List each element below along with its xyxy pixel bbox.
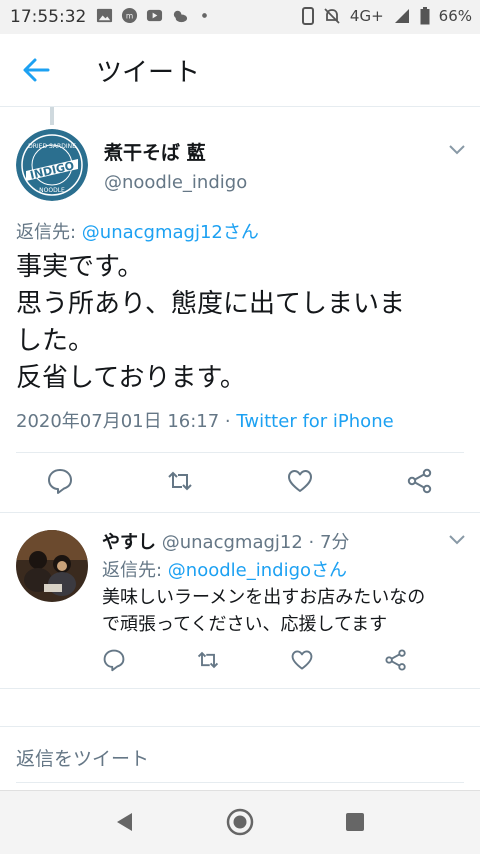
divider bbox=[16, 782, 464, 783]
share-icon[interactable] bbox=[406, 467, 434, 495]
tweet-text: 事実です。 思う所あり、態度に出てしまいま した。 反省しております。 bbox=[16, 252, 405, 393]
status-bar: 17:55:32 m 4G+ 66% bbox=[0, 0, 480, 34]
divider bbox=[0, 512, 480, 513]
svg-text:NOODLE: NOODLE bbox=[39, 187, 65, 194]
reply-to: 返信先: @noodle_indigoさん bbox=[102, 560, 348, 581]
status-right: 4G+ 66% bbox=[301, 7, 472, 25]
reply-icon[interactable] bbox=[102, 648, 126, 672]
heart-icon[interactable] bbox=[290, 648, 314, 672]
recent-apps-icon[interactable] bbox=[340, 807, 370, 837]
avatar[interactable]: INDIGO DRIED SARDINE NOODLE bbox=[16, 129, 88, 201]
indigo-logo: INDIGO DRIED SARDINE NOODLE bbox=[16, 129, 88, 201]
reply-to-link[interactable]: @noodle_indigoさん bbox=[168, 560, 347, 581]
app-icon: m bbox=[121, 7, 138, 24]
divider bbox=[0, 688, 480, 689]
reply-to: 返信先: @unacgmagj12さん bbox=[16, 222, 259, 243]
retweet-icon[interactable] bbox=[196, 648, 220, 672]
youtube-icon bbox=[146, 9, 163, 22]
system-nav-bar bbox=[0, 790, 480, 854]
share-icon[interactable] bbox=[384, 648, 408, 672]
image-icon bbox=[96, 8, 113, 23]
signal-icon bbox=[394, 9, 409, 23]
svg-text:DRIED SARDINE: DRIED SARDINE bbox=[28, 143, 76, 150]
author-handle[interactable]: @noodle_indigo bbox=[104, 172, 247, 193]
author-name[interactable]: 煮干そば 藍 bbox=[104, 138, 206, 165]
reply-icon[interactable] bbox=[46, 467, 74, 495]
divider bbox=[16, 452, 464, 453]
status-time: 17:55:32 bbox=[10, 7, 87, 27]
network-type: 4G+ bbox=[349, 7, 384, 25]
dot-icon bbox=[202, 13, 207, 18]
chevron-down-icon[interactable] bbox=[446, 530, 468, 548]
avatar[interactable] bbox=[16, 530, 88, 602]
back-triangle-icon[interactable] bbox=[110, 807, 140, 837]
home-circle-icon[interactable] bbox=[225, 807, 255, 837]
reply-header: やすし @unacgmagj12 · 7分 bbox=[102, 528, 349, 554]
svg-text:m: m bbox=[126, 11, 133, 20]
chevron-down-icon[interactable] bbox=[446, 140, 468, 158]
thread-connector bbox=[50, 107, 54, 125]
battery-level: 66% bbox=[438, 7, 472, 25]
phone-icon bbox=[301, 7, 314, 25]
retweet-icon[interactable] bbox=[166, 467, 194, 495]
battery-icon bbox=[420, 7, 430, 25]
heart-icon[interactable] bbox=[286, 467, 314, 495]
weather-icon bbox=[173, 10, 188, 23]
page-title: ツイート bbox=[96, 58, 201, 88]
tweet-text: 美味しいラーメンを出すお店みたいなの で頑張ってください、応援してます bbox=[102, 587, 426, 635]
author-handle[interactable]: @unacgmagj12 · 7分 bbox=[162, 532, 350, 553]
tweet-source-link[interactable]: Twitter for iPhone bbox=[236, 411, 393, 432]
app-bar: ツイート bbox=[0, 34, 480, 107]
mute-icon bbox=[324, 8, 340, 24]
reply-to-link[interactable]: @unacgmagj12さん bbox=[82, 222, 259, 243]
notification-icons: m bbox=[96, 7, 213, 24]
tweet-timestamp: 2020年07月01日 16:17 · Twitter for iPhone bbox=[16, 411, 394, 432]
arrow-left-icon[interactable] bbox=[18, 54, 54, 86]
divider bbox=[0, 726, 480, 727]
reply-compose-input[interactable]: 返信をツイート bbox=[16, 744, 149, 771]
photo-avatar-icon bbox=[16, 530, 88, 602]
author-name[interactable]: やすし bbox=[102, 532, 156, 553]
